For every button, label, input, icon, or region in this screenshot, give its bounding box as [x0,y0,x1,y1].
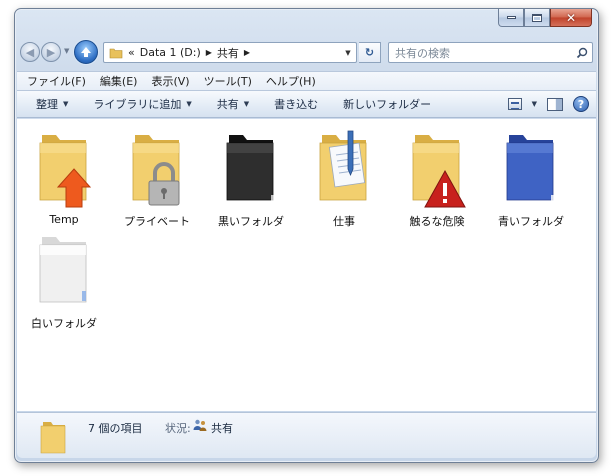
search-box[interactable]: 共有の検索 [388,42,593,63]
folder-label: 黒いフォルダ [218,215,284,228]
folder-padlock-icon [132,135,180,206]
folder-icon [109,48,123,58]
white-folder-icon [39,237,87,303]
recent-pages-dropdown[interactable]: ▼ [64,47,69,55]
view-dropdown-icon[interactable]: ▼ [532,100,537,108]
folder-label: 白いフォルダ [31,317,97,330]
search-placeholder[interactable]: 共有の検索 [395,45,450,61]
blue-folder-icon [506,135,554,201]
folder-up-arrow-icon [39,135,92,208]
maximize-icon [532,13,542,22]
forward-button[interactable]: ▶ [41,42,61,62]
add-to-library-button[interactable]: ライブラリに追加 ▼ [93,96,191,112]
minimize-icon [506,16,516,19]
refresh-icon: ↻ [364,46,375,59]
folder-warning-icon [412,135,466,208]
menu-help[interactable]: ヘルプ(H) [266,73,316,89]
folder-document-pen-icon [319,130,367,201]
help-icon[interactable]: ? [573,96,589,112]
up-arrow-icon [81,47,91,57]
back-button[interactable]: ◀ [20,42,40,62]
search-icon[interactable] [576,47,588,59]
menu-view[interactable]: 表示(V) [151,73,189,89]
share-label: 共有 [216,98,239,111]
burn-button[interactable]: 書き込む [274,96,318,112]
item-count: 7 個の項目 [88,422,143,435]
address-prefix[interactable]: « [128,46,135,59]
shared-users-icon [193,419,207,431]
folder-label: プライベート [124,215,190,228]
chevron-down-icon: ▼ [63,100,69,108]
forward-arrow-icon: ▶ [46,45,56,59]
change-view-icon[interactable] [507,98,522,110]
organize-label: 整理 [36,98,58,111]
close-button[interactable]: ✕ [550,9,592,27]
folder-icon [40,422,66,454]
status-label: 状況: [165,422,191,435]
folder-label: Temp [49,213,79,226]
navigation-bar: ◀ ▶ ▼ « Data 1 (D:) ▶ 共有 ▶ ▼ ↻ 共有の検索 [20,39,593,65]
refresh-button[interactable]: ↻ [359,42,381,63]
organize-button[interactable]: 整理 ▼ [36,96,68,112]
folder-item-work[interactable]: 仕事 [297,129,391,229]
view-controls: ▼ ? [507,96,589,112]
up-level-button[interactable] [74,40,98,64]
chevron-down-icon: ▼ [186,100,192,108]
new-folder-button[interactable]: 新しいフォルダー [343,96,431,112]
menu-file[interactable]: ファイル(F) [27,73,86,89]
add-to-library-label: ライブラリに追加 [93,98,182,111]
chevron-right-icon[interactable]: ▶ [244,48,250,57]
close-icon: ✕ [565,10,577,25]
preview-pane-icon[interactable] [547,97,563,111]
folder-item-white[interactable]: 白いフォルダ [17,231,111,331]
folder-item-blue[interactable]: 青いフォルダ [484,129,578,229]
new-folder-label: 新しいフォルダー [343,98,432,111]
breadcrumb-folder[interactable]: 共有 [217,45,239,61]
command-bar: 整理 ▼ ライブラリに追加 ▼ 共有 ▼ 書き込む 新しいフォルダー ▼ ? [17,91,596,118]
breadcrumb-drive[interactable]: Data 1 (D:) [140,46,201,59]
minimize-button[interactable] [498,9,524,27]
share-button[interactable]: 共有 ▼ [217,96,249,112]
burn-label: 書き込む [274,98,319,111]
address-bar[interactable]: « Data 1 (D:) ▶ 共有 ▶ ▼ [103,42,357,63]
black-folder-icon [226,135,274,201]
folder-item-temp[interactable]: Temp [17,129,111,229]
folder-label: 触るな危険 [409,215,465,228]
maximize-button[interactable] [524,9,550,27]
chevron-down-icon: ▼ [243,100,250,108]
back-arrow-icon: ◀ [25,45,35,59]
folder-item-private[interactable]: プライベート [110,129,204,229]
folder-item-black[interactable]: 黒いフォルダ [204,129,298,229]
folder-item-danger[interactable]: 触るな危険 [390,129,484,229]
folder-label: 仕事 [333,215,355,228]
status-value: 共有 [211,422,233,435]
details-pane: 7 個の項目 状況: 共有 [17,412,596,458]
folder-label: 青いフォルダ [498,215,564,228]
menu-tools[interactable]: ツール(T) [204,73,252,89]
caption-buttons: ✕ [498,9,592,27]
menu-bar: ファイル(F) 編集(E) 表示(V) ツール(T) ヘルプ(H) [17,71,596,91]
file-list: Temp プライベート 黒いフォルダ 仕事 触るな危険 青いフォルダ 白いフォル… [17,119,596,411]
chevron-right-icon[interactable]: ▶ [206,48,212,57]
explorer-window: ✕ ◀ ▶ ▼ « Data 1 (D:) ▶ 共有 ▶ ▼ ↻ 共有の検索 フ… [14,8,599,463]
menu-edit[interactable]: 編集(E) [100,73,138,89]
address-dropdown[interactable]: ▼ [340,49,356,57]
